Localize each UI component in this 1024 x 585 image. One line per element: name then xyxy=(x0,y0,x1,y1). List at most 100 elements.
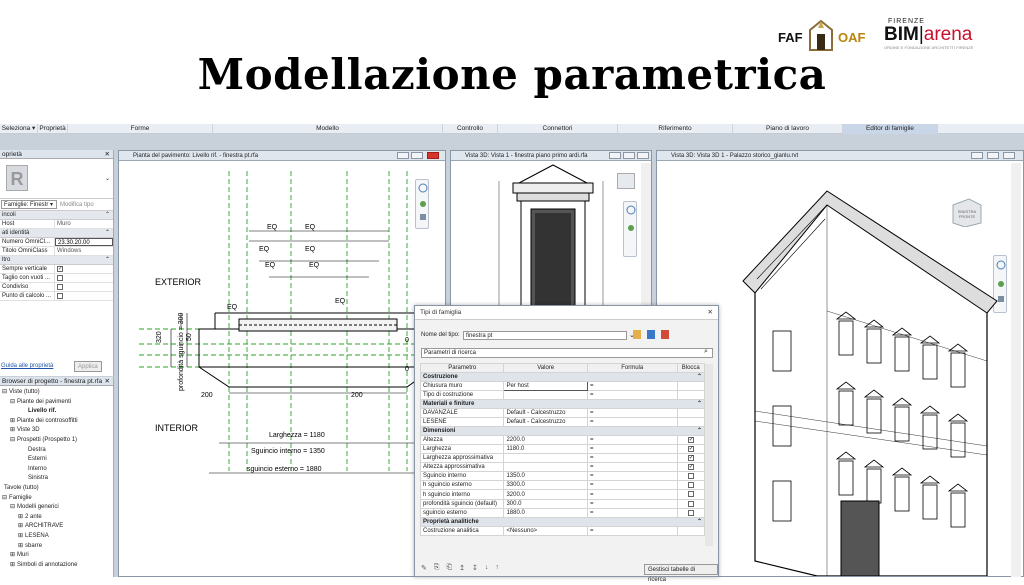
tree-item[interactable]: ⊞ Simboli di annotazione xyxy=(0,561,113,571)
lock-checkbox[interactable] xyxy=(687,455,694,462)
parameter-group[interactable]: Proprietà analitiche ⌃ xyxy=(420,516,705,527)
collapse-icon[interactable]: ⌃ xyxy=(105,229,110,238)
property-value[interactable] xyxy=(55,265,113,273)
tree-item[interactable]: Sinistra xyxy=(0,474,113,484)
scrollbar[interactable] xyxy=(641,163,651,309)
close-view-button[interactable] xyxy=(1003,152,1015,159)
minimize-button[interactable] xyxy=(397,152,409,159)
parameter-formula[interactable]: = xyxy=(586,390,678,400)
sort-desc-icon[interactable]: ↑ xyxy=(495,564,499,572)
parameter-formula[interactable]: = xyxy=(586,489,678,500)
collapse-icon[interactable]: ⌃ xyxy=(697,518,702,525)
tree-item[interactable]: ⊟ Prospetti (Prospetto 1) xyxy=(0,436,113,446)
parameter-formula[interactable]: = xyxy=(586,471,678,482)
new-parameter-icon[interactable]: ⎘ xyxy=(434,564,440,572)
scrollbar[interactable] xyxy=(1011,163,1021,577)
collapse-icon[interactable]: ⌃ xyxy=(697,428,702,435)
tree-item[interactable]: ⊞ ARCHITRAVE xyxy=(0,522,113,532)
collapse-icon[interactable]: ⊟ xyxy=(10,437,15,443)
property-value[interactable]: 23.30.20.00 xyxy=(55,238,113,246)
delete-type-icon[interactable] xyxy=(661,330,669,339)
expand-icon[interactable]: ⊞ xyxy=(18,514,23,520)
ribbon-tab[interactable]: Editor di famiglie xyxy=(843,124,938,134)
lock-checkbox[interactable] xyxy=(687,509,694,516)
property-value[interactable] xyxy=(55,292,113,300)
property-group[interactable]: incoli ⌃ xyxy=(0,211,113,220)
tree-item[interactable]: Esterni xyxy=(0,455,113,465)
parameter-group[interactable]: Materiali e finiture ⌃ xyxy=(420,399,705,409)
tree-item[interactable]: ⊞ Muri xyxy=(0,551,113,561)
collapse-icon[interactable]: ⌃ xyxy=(105,256,110,265)
property-group[interactable]: ati identità ⌃ xyxy=(0,229,113,238)
parameter-value[interactable]: Per host xyxy=(503,381,588,391)
parameter-formula[interactable]: = xyxy=(586,417,678,427)
type-selector[interactable]: Famiglie: Finestr ▾ xyxy=(1,200,57,209)
sort-asc-icon[interactable]: ↓ xyxy=(485,564,489,572)
tree-item[interactable]: Tavole (tutto) xyxy=(0,484,113,494)
close-icon[interactable]: ✕ xyxy=(708,306,713,320)
ribbon-tab[interactable]: Controllo xyxy=(443,124,498,134)
collapse-icon[interactable]: ⌃ xyxy=(697,374,702,381)
collapse-icon[interactable]: ⌃ xyxy=(105,211,110,220)
collapse-icon[interactable]: ⊟ xyxy=(2,495,7,501)
tree-item[interactable]: Interno xyxy=(0,465,113,475)
lock-checkbox[interactable] xyxy=(687,446,694,453)
parameter-value[interactable] xyxy=(503,390,588,400)
lock-checkbox[interactable] xyxy=(687,464,694,471)
property-value[interactable] xyxy=(55,274,113,282)
property-value[interactable] xyxy=(55,283,113,291)
parameter-value[interactable]: <Nessuno> xyxy=(503,525,588,536)
tree-item[interactable]: ⊟ Piante dei pavimenti xyxy=(0,398,113,408)
tree-item[interactable]: ⊞ Piante dei controsoffitti xyxy=(0,417,113,427)
ribbon-tab[interactable]: Connettori xyxy=(498,124,618,134)
close-icon[interactable]: ✕ xyxy=(105,150,110,159)
property-value[interactable]: Muro xyxy=(55,220,113,228)
ribbon-tab[interactable]: Riferimento xyxy=(618,124,733,134)
parameter-value[interactable]: Default - Calcestruzzo xyxy=(503,408,588,418)
parameter-formula[interactable]: = xyxy=(586,453,678,464)
viewcube[interactable] xyxy=(617,173,635,189)
tree-item[interactable]: ⊞ Viste 3D xyxy=(0,426,113,436)
close-icon[interactable]: ✕ xyxy=(105,377,110,386)
column-header[interactable]: Blocca xyxy=(676,363,705,373)
tree-item[interactable]: ⊟ Viste (tutto) xyxy=(0,388,113,398)
parameter-group[interactable]: Dimensioni ⌃ xyxy=(420,426,705,436)
parameter-formula[interactable]: = xyxy=(586,444,678,455)
ribbon-tab[interactable]: Forme xyxy=(68,124,213,134)
collapse-icon[interactable]: ⊟ xyxy=(2,389,7,395)
parameter-formula[interactable]: = xyxy=(586,498,678,509)
parameter-value[interactable]: 1350.0 xyxy=(503,471,588,482)
ribbon-tab[interactable]: Piano di lavoro xyxy=(733,124,843,134)
expand-icon[interactable]: ⊞ xyxy=(18,523,23,529)
expand-icon[interactable]: ⊞ xyxy=(10,562,15,568)
navigation-bar[interactable] xyxy=(623,201,637,257)
close-view-button[interactable] xyxy=(637,152,649,159)
property-group[interactable]: ltro ⌃ xyxy=(0,256,113,265)
type-name-select[interactable]: finestra pt xyxy=(463,331,627,340)
parameter-value[interactable]: 1880.0 xyxy=(503,507,588,518)
parameter-formula[interactable]: = xyxy=(586,408,678,418)
new-type-icon[interactable] xyxy=(633,330,641,339)
chevron-down-icon[interactable]: ⌄ xyxy=(105,175,110,182)
lock-checkbox[interactable] xyxy=(687,491,694,498)
parameter-search-input[interactable]: Parametri di ricerca xyxy=(421,348,713,358)
expand-icon[interactable]: ⊞ xyxy=(10,418,15,424)
parameter-formula[interactable]: = xyxy=(586,434,678,446)
tree-item[interactable]: ⊟ Famiglie xyxy=(0,494,113,504)
close-view-button[interactable] xyxy=(427,152,439,159)
floor-plan-drawing[interactable]: EXTERIOR INTERIOR EQ EQ EQ EQ EQ EQ EQ E… xyxy=(119,161,445,576)
expand-icon[interactable]: ⊞ xyxy=(18,543,23,549)
parameter-value[interactable]: 3200.0 xyxy=(503,489,588,500)
column-header[interactable]: Formula xyxy=(586,363,678,373)
column-header[interactable]: Valore xyxy=(503,363,588,373)
collapse-icon[interactable]: ⊟ xyxy=(10,399,15,405)
column-header[interactable]: Parametro xyxy=(419,363,505,373)
checkbox[interactable] xyxy=(57,293,63,299)
parameter-formula[interactable]: = xyxy=(586,525,678,536)
scrollbar[interactable] xyxy=(705,364,713,546)
collapse-icon[interactable]: ⊟ xyxy=(10,504,15,510)
edit-type-button[interactable]: Modifica tipo xyxy=(60,202,94,208)
tree-item[interactable]: Livello rif. xyxy=(0,407,113,417)
parameter-value[interactable] xyxy=(503,462,588,473)
parameter-formula[interactable]: = xyxy=(586,381,678,391)
